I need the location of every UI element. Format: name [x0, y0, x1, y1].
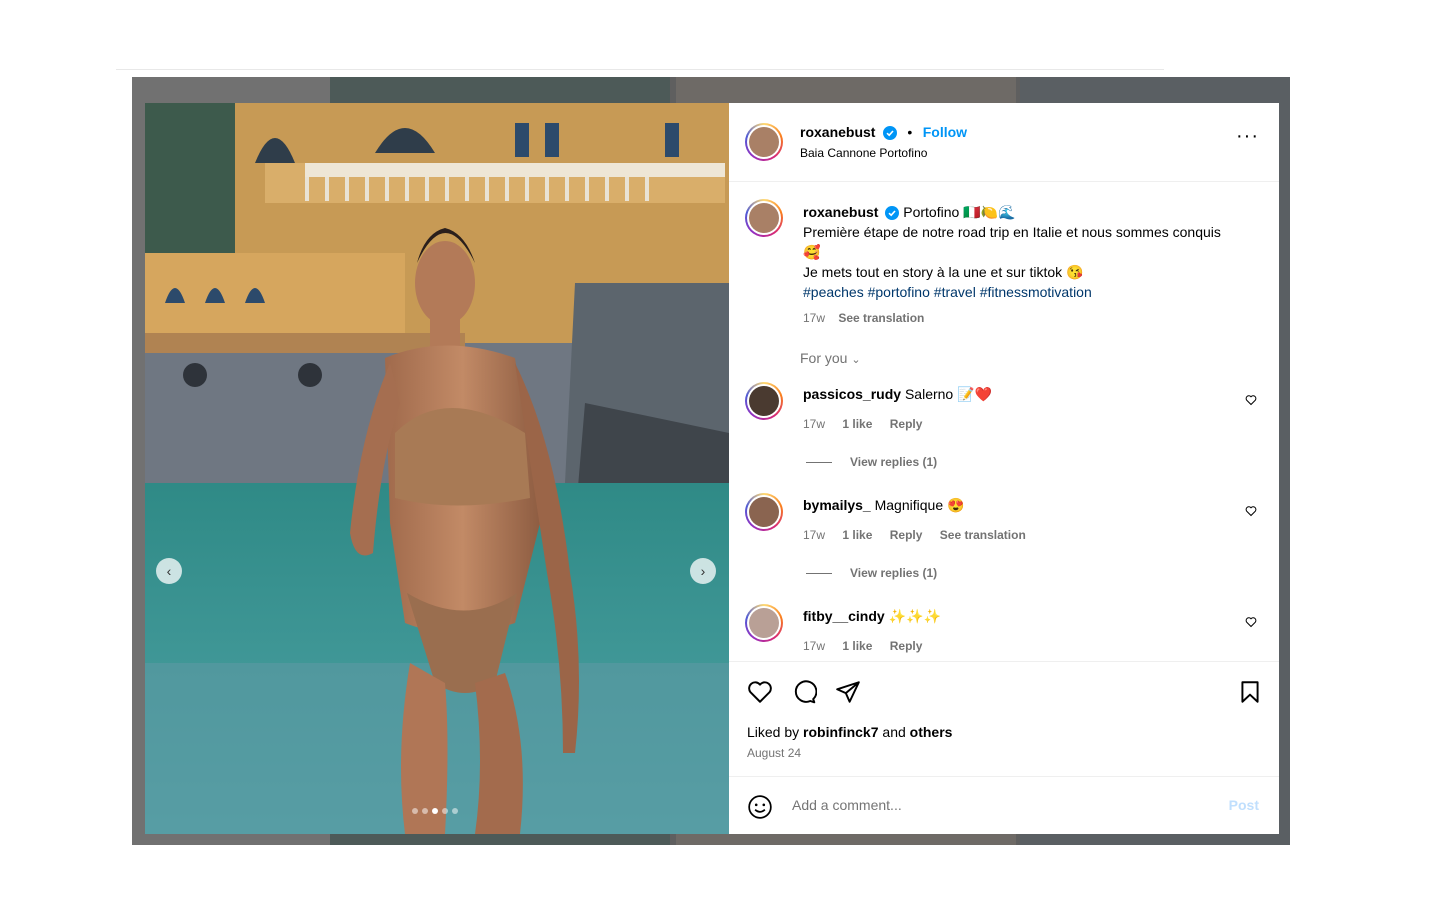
liked-by-others[interactable]: others [910, 724, 953, 740]
add-comment-bar: Post [729, 776, 1279, 835]
commenter-avatar[interactable] [745, 493, 783, 531]
post-header: roxanebust • Follow Baia Cannone Portofi… [729, 103, 1279, 182]
like-comment-heart-icon[interactable] [1245, 394, 1257, 406]
commenter-username[interactable]: passicos_rudy [803, 386, 901, 402]
caption-line-2: Je mets tout en story à la une et sur ti… [803, 264, 1084, 280]
likes-summary: Liked by robinfinck7 and others [747, 724, 952, 740]
caption-line-1: Première étape de notre road trip en Ita… [803, 224, 1221, 260]
hashtag-link[interactable]: #fitnessmotivation [980, 284, 1092, 300]
bookmark-icon[interactable] [1237, 679, 1263, 705]
carousel-dot [422, 808, 428, 814]
commenter-avatar[interactable] [745, 604, 783, 642]
post-date[interactable]: August 24 [747, 746, 801, 760]
see-translation-link[interactable]: See translation [940, 528, 1026, 542]
comment-time[interactable]: 17w [803, 639, 825, 653]
carousel-dot-active [432, 808, 438, 814]
comment-text: ✨✨✨ [888, 608, 941, 624]
caption-author-avatar[interactable] [745, 199, 783, 237]
comment-likes[interactable]: 1 like [842, 417, 872, 431]
hashtag-link[interactable]: #travel [934, 284, 976, 300]
view-replies-button[interactable]: View replies (1) [806, 455, 937, 469]
comment-input[interactable] [790, 796, 1194, 814]
previous-image-button[interactable]: ‹ [156, 558, 182, 584]
top-divider [116, 69, 1164, 70]
caption-title: Portofino 🇮🇹🍋🌊 [903, 204, 1016, 220]
caption-username[interactable]: roxanebust [803, 204, 878, 220]
comment-sort-label: For you [800, 350, 848, 366]
chevron-down-icon: ⌄ [851, 354, 861, 366]
caption-time[interactable]: 17w [803, 311, 825, 325]
post-side-panel: roxanebust • Follow Baia Cannone Portofi… [729, 103, 1279, 834]
comment-sort-dropdown[interactable]: For you ⌄ [800, 350, 861, 366]
comment-icon[interactable] [791, 679, 817, 705]
post-actions: Liked by robinfinck7 and others August 2… [729, 661, 1279, 777]
author-username[interactable]: roxanebust [800, 124, 875, 140]
like-comment-heart-icon[interactable] [1245, 616, 1257, 628]
view-replies-button[interactable]: View replies (1) [806, 566, 937, 580]
follow-button[interactable]: Follow [923, 124, 967, 140]
share-icon[interactable] [835, 679, 861, 705]
post-comment-button[interactable]: Post [1229, 797, 1259, 813]
carousel-dots [412, 808, 458, 814]
comment-text: Salerno 📝❤️ [904, 386, 992, 402]
comment-likes[interactable]: 1 like [842, 528, 872, 542]
like-comment-heart-icon[interactable] [1245, 505, 1257, 517]
like-heart-icon[interactable] [747, 679, 773, 705]
reply-button[interactable]: Reply [890, 528, 923, 542]
post-caption: roxanebust Portofino 🇮🇹🍋🌊 Première étape… [803, 202, 1223, 328]
verified-badge-icon [885, 206, 900, 221]
post-location[interactable]: Baia Cannone Portofino [800, 146, 927, 160]
hashtag-link[interactable]: #portofino [868, 284, 930, 300]
commenter-username[interactable]: fitby__cindy [803, 608, 885, 624]
comment-text: Magnifique 😍 [874, 497, 965, 513]
comment-time[interactable]: 17w [803, 528, 825, 542]
carousel-dot [412, 808, 418, 814]
view-replies-label: View replies (1) [850, 455, 938, 469]
verified-badge-icon [882, 125, 897, 140]
separator-dot: • [907, 124, 913, 140]
comments-scroll-area[interactable]: roxanebust Portofino 🇮🇹🍋🌊 Première étape… [729, 182, 1279, 661]
hashtag-link[interactable]: #peaches [803, 284, 864, 300]
comment-likes[interactable]: 1 like [842, 639, 872, 653]
emoji-icon[interactable] [747, 794, 773, 820]
author-avatar[interactable] [745, 123, 783, 161]
carousel-dot [452, 808, 458, 814]
comment-time[interactable]: 17w [803, 417, 825, 431]
reply-button[interactable]: Reply [890, 417, 923, 431]
more-options-icon[interactable]: ··· [1236, 126, 1259, 146]
commenter-avatar[interactable] [745, 382, 783, 420]
post-media[interactable]: ‹ › [145, 103, 729, 834]
carousel-dot [442, 808, 448, 814]
post-photo [145, 103, 729, 834]
reply-button[interactable]: Reply [890, 639, 923, 653]
post-modal: ‹ › roxanebust • Follow Baia Cannone Por… [145, 103, 1279, 834]
view-replies-label: View replies (1) [850, 566, 938, 580]
replies-divider [806, 573, 832, 575]
liked-by-user[interactable]: robinfinck7 [803, 724, 878, 740]
commenter-username[interactable]: bymailys_ [803, 497, 871, 513]
liked-and: and [882, 724, 906, 740]
replies-divider [806, 462, 832, 464]
see-translation-link[interactable]: See translation [838, 311, 924, 325]
liked-by-prefix: Liked by [747, 724, 800, 740]
next-image-button[interactable]: › [690, 558, 716, 584]
